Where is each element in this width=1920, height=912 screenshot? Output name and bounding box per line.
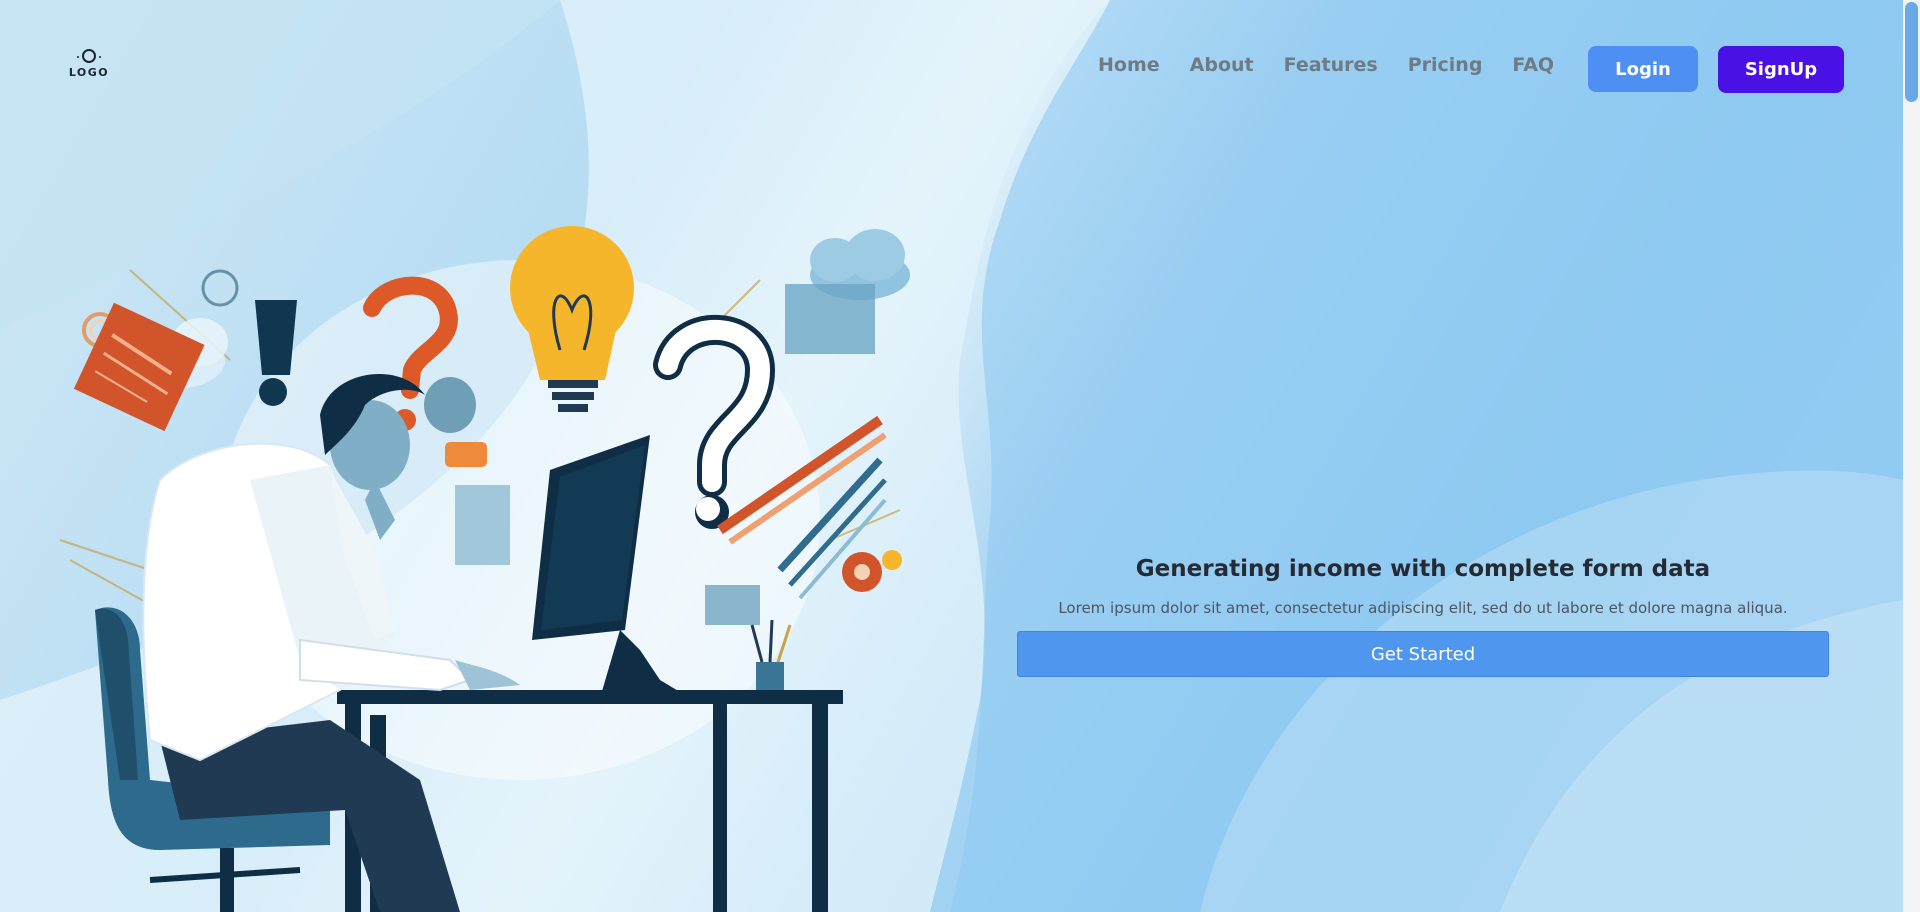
login-button[interactable]: Login: [1588, 46, 1698, 92]
get-started-button[interactable]: Get Started: [1017, 631, 1829, 677]
vertical-scrollbar[interactable]: [1903, 0, 1920, 912]
hero-illustration: [59, 226, 910, 912]
nav-home[interactable]: Home: [1098, 54, 1160, 76]
main-nav: Home About Features Pricing FAQ: [1098, 54, 1584, 76]
hero-subtitle: Lorem ipsum dolor sit amet, consectetur …: [1058, 599, 1788, 617]
nav-faq[interactable]: FAQ: [1512, 54, 1554, 76]
landing-page: LOGO Home About Features Pricing FAQ Log…: [0, 0, 1920, 912]
paper-sheet: [455, 485, 510, 565]
logo-text: LOGO: [68, 66, 110, 79]
nav-about[interactable]: About: [1190, 54, 1254, 76]
nav-features[interactable]: Features: [1284, 54, 1378, 76]
logo[interactable]: LOGO: [68, 47, 110, 81]
signup-button[interactable]: SignUp: [1718, 46, 1844, 93]
nav-pricing[interactable]: Pricing: [1408, 54, 1483, 76]
logo-icon: [77, 49, 101, 63]
hero-title: Generating income with complete form dat…: [1135, 556, 1711, 582]
gear-icon: [842, 550, 902, 592]
scrollbar-thumb[interactable]: [1905, 2, 1918, 102]
